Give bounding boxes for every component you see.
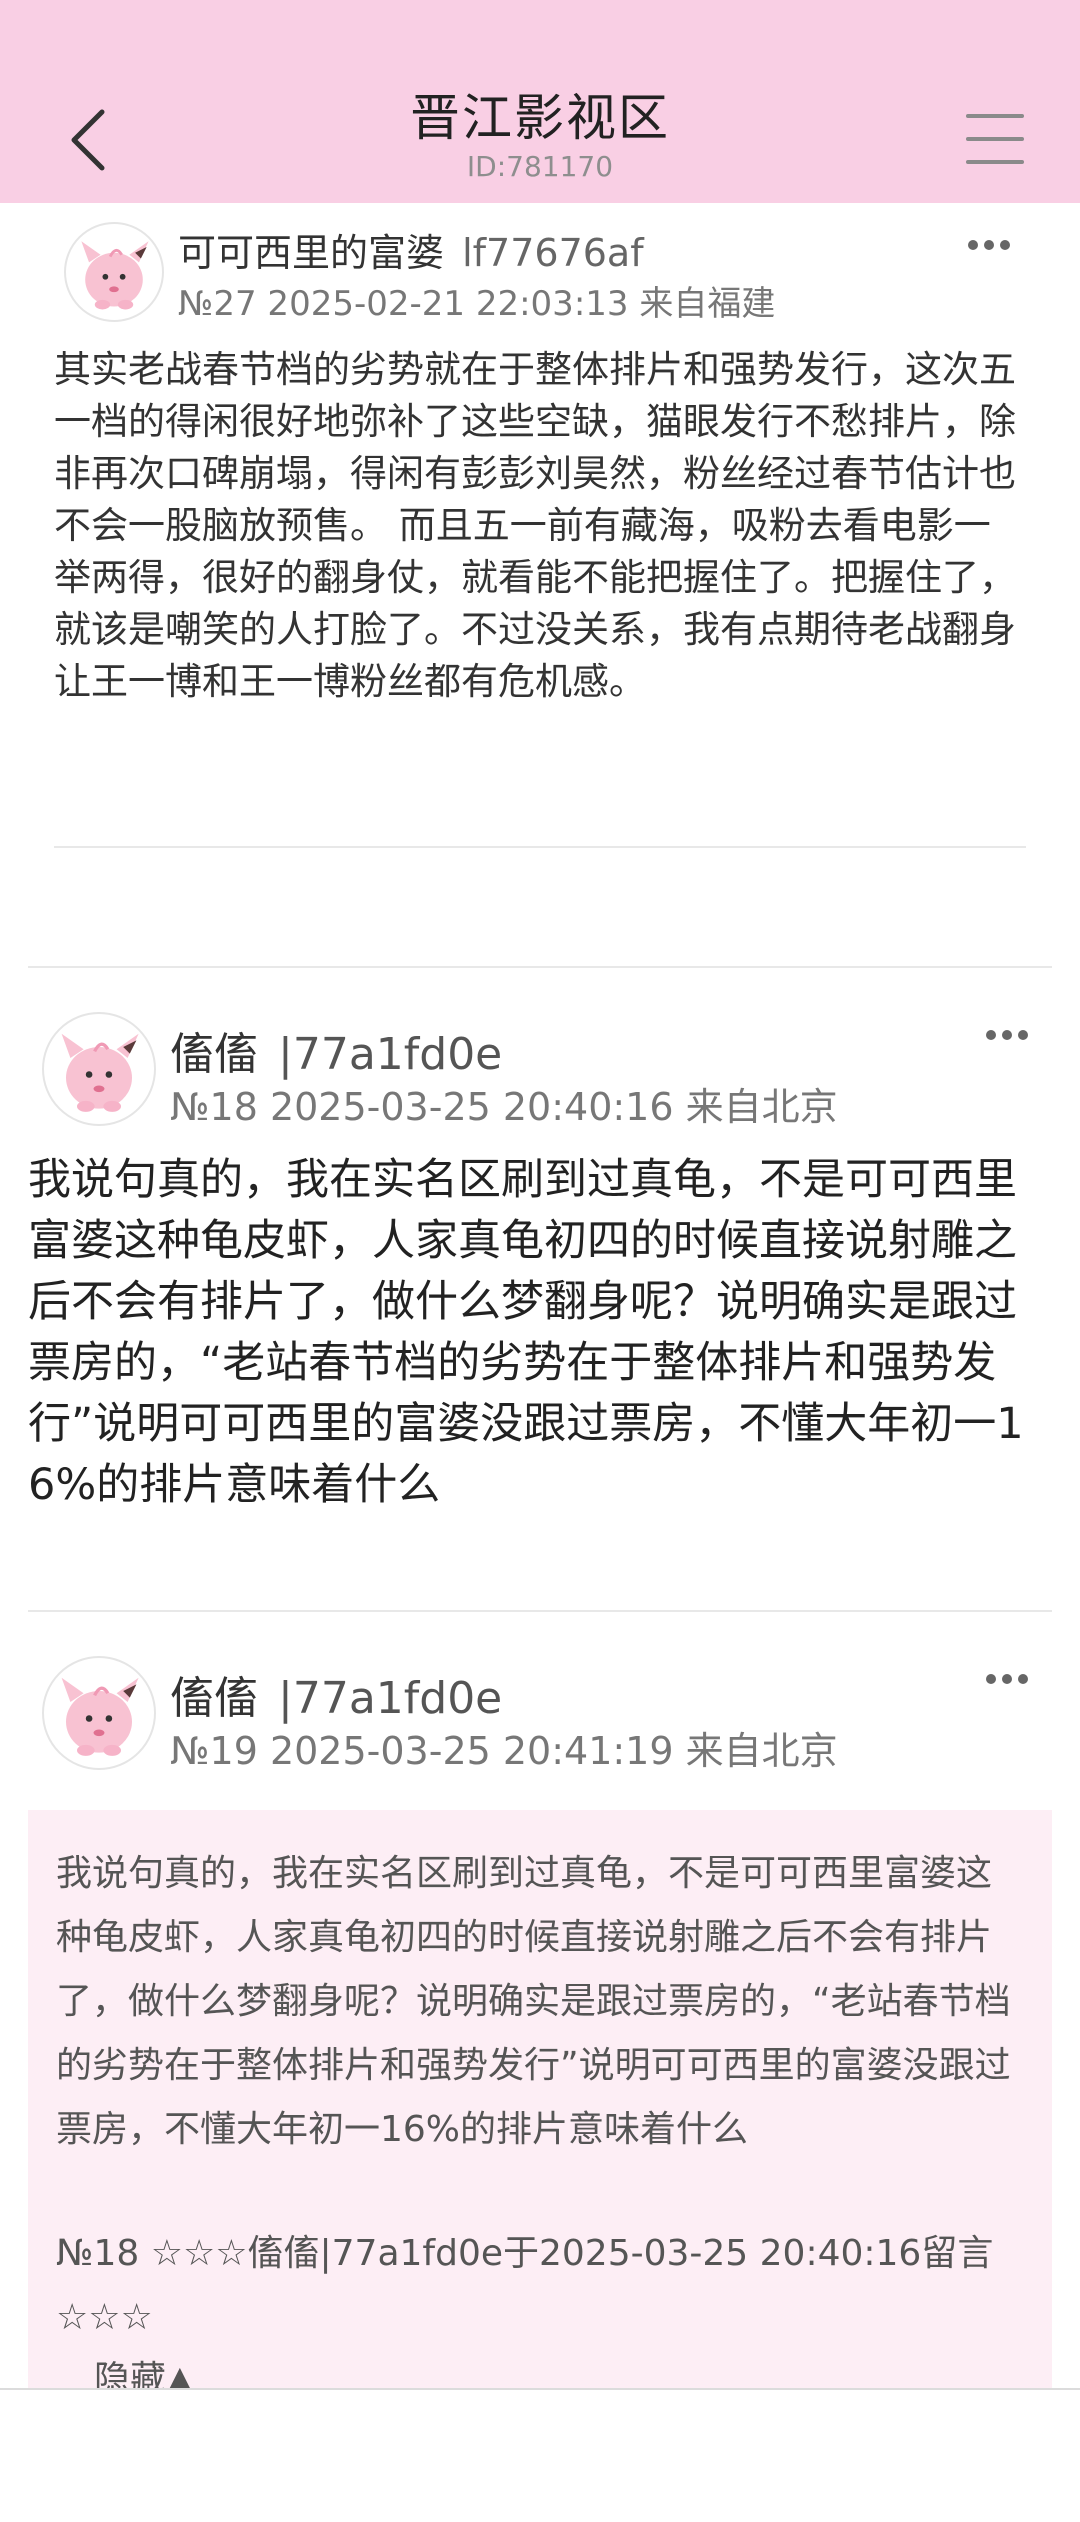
more-options-button[interactable] [960, 230, 1020, 260]
avatar[interactable] [64, 222, 164, 322]
dot-icon [986, 1030, 996, 1040]
author-line: 傗傗 |77a1fd0e [170, 1662, 502, 1726]
user-id: |77a1fd0e [278, 1673, 503, 1724]
dot-icon [984, 240, 994, 250]
hide-toggle[interactable]: 隐藏▲ [94, 2350, 194, 2390]
quote-text: 我说句真的，我在实名区刷到过真龟，不是可可西里富婆这种龟皮虾，人家真龟初四的时候… [56, 1853, 1011, 2150]
dot-icon [968, 240, 978, 250]
avatar[interactable] [42, 1012, 156, 1126]
pink-creature-avatar-icon [61, 1677, 139, 1756]
divider [54, 846, 1026, 848]
post-divider [28, 1610, 1052, 1612]
dot-icon [1018, 1030, 1028, 1040]
username[interactable]: 傗傗 [170, 1673, 258, 1724]
username[interactable]: 可可西里的富婆 [178, 231, 444, 275]
user-id: lf77676af [462, 231, 644, 275]
page-title: 晋江影视区 [410, 89, 670, 147]
menu-button[interactable] [966, 112, 1024, 166]
more-options-button[interactable] [980, 1020, 1040, 1050]
post-body: 我说句真的，我在实名区刷到过真龟，不是可可西里富婆这种龟皮虾，人家真龟初四的时候… [28, 1155, 1024, 1510]
post-divider [28, 966, 1052, 968]
quote-reference: №18 ☆☆☆傗傗|77a1fd0e于2025-03-25 20:40:16留言… [56, 2233, 994, 2338]
post-body: 其实老战春节档的劣势就在于整体排片和强势发行，这次五一档的得闲很好地弥补了这些空… [54, 348, 1016, 703]
author-line: 可可西里的富婆 lf77676af [178, 222, 644, 277]
user-id: |77a1fd0e [278, 1029, 503, 1080]
dot-icon [1002, 1030, 1012, 1040]
pink-creature-avatar-icon [81, 241, 149, 310]
dot-icon [1000, 240, 1010, 250]
page-subtitle: ID:781170 [466, 150, 614, 183]
avatar[interactable] [42, 1656, 156, 1770]
bottom-bar [0, 2388, 1080, 2522]
dot-icon [986, 1674, 996, 1684]
dot-icon [1002, 1674, 1012, 1684]
post-meta: №18 2025-03-25 20:40:16 来自北京 [170, 1085, 838, 1129]
author-line: 傗傗 |77a1fd0e [170, 1018, 502, 1082]
username[interactable]: 傗傗 [170, 1029, 258, 1080]
post-meta: №19 2025-03-25 20:41:19 来自北京 [170, 1729, 838, 1773]
quoted-reply: 我说句真的，我在实名区刷到过真龟，不是可可西里富婆这种龟皮虾，人家真龟初四的时候… [28, 1810, 1052, 2390]
more-options-button[interactable] [980, 1664, 1040, 1694]
hamburger-menu-icon [966, 114, 1024, 164]
pink-creature-avatar-icon [61, 1033, 139, 1112]
post-meta: №27 2025-02-21 22:03:13 来自福建 [178, 284, 776, 324]
top-bar: 晋江影视区 ID:781170 [0, 0, 1080, 203]
dot-icon [1018, 1674, 1028, 1684]
